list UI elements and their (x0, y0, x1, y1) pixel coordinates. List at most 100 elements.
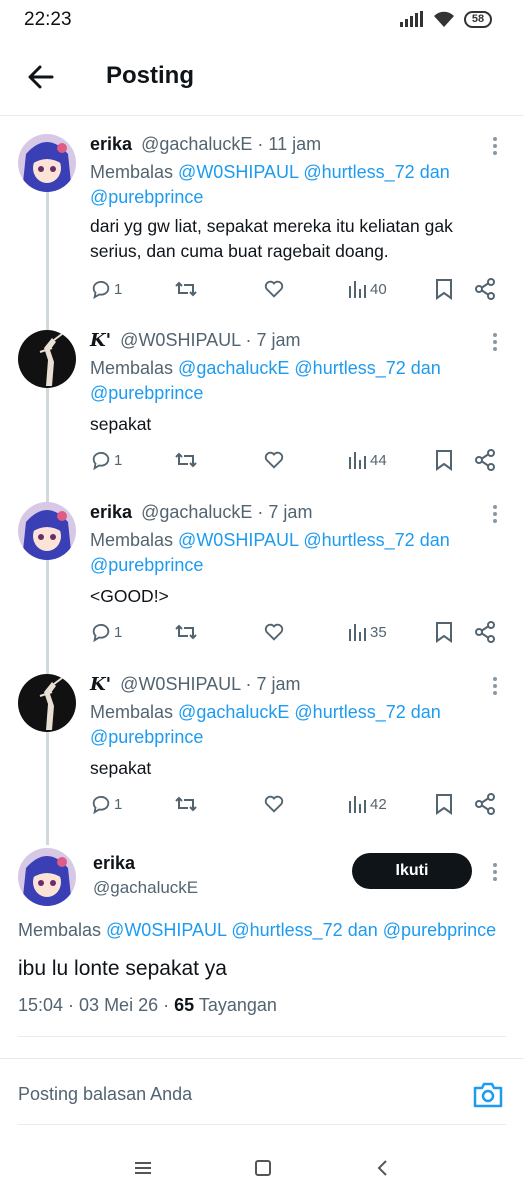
mention-link[interactable]: @hurtless_72 (231, 920, 342, 940)
reply-button[interactable]: 1 (90, 793, 122, 815)
mention-link[interactable]: @purebprince (90, 727, 203, 747)
main-author-name[interactable]: erika (93, 853, 135, 874)
mention-link[interactable]: @W0SHIPAUL (178, 530, 298, 550)
battery-icon: 58 (464, 10, 492, 28)
reply-button[interactable]: 1 (90, 278, 122, 300)
tweet-actions: 1 42 (90, 793, 510, 819)
views-icon (349, 796, 366, 813)
repost-button[interactable] (174, 278, 198, 300)
repost-button[interactable] (174, 793, 198, 815)
like-button[interactable] (263, 793, 285, 815)
author-handle[interactable]: @gachaluckE (141, 502, 252, 522)
tweet-text: dari yg gw liat, sepakat mereka itu keli… (90, 216, 453, 261)
mention-link[interactable]: @W0SHIPAUL (106, 920, 226, 940)
tweet[interactable]: K' @W0SHIPAUL · 7 jam Membalas @gachaluc… (0, 328, 524, 500)
reply-button[interactable]: 1 (90, 621, 122, 643)
tweet[interactable]: K' @W0SHIPAUL · 7 jam Membalas @gachaluc… (0, 672, 524, 844)
avatar[interactable] (18, 674, 76, 732)
follow-button[interactable]: Ikuti (352, 853, 472, 889)
tweet-actions: 1 35 (90, 621, 510, 647)
views-button[interactable]: 35 (348, 621, 387, 643)
mention-link[interactable]: @hurtless_72 (303, 162, 414, 182)
status-icons: 58 (400, 10, 492, 28)
bookmark-button[interactable] (434, 621, 454, 643)
more-icon[interactable] (492, 136, 498, 156)
reply-button[interactable]: 1 (90, 449, 122, 471)
menu-icon[interactable] (131, 1156, 155, 1180)
tweet[interactable]: erika @gachaluckE · 7 jam Membalas @W0SH… (0, 500, 524, 672)
author-name[interactable]: erika (90, 134, 132, 154)
top-header: Posting (0, 40, 524, 116)
author-name[interactable]: K' (90, 674, 111, 695)
mention-link[interactable]: @gachaluckE (178, 702, 289, 722)
mention-link[interactable]: dan (411, 358, 441, 378)
bookmark-button[interactable] (434, 449, 454, 471)
share-icon (475, 621, 495, 643)
views-icon (349, 281, 366, 298)
mention-link[interactable]: dan (411, 702, 441, 722)
author-handle[interactable]: @W0SHIPAUL (120, 674, 240, 694)
repost-button[interactable] (174, 449, 198, 471)
like-button[interactable] (263, 278, 285, 300)
divider (18, 1036, 506, 1037)
tweet-actions: 1 44 (90, 449, 510, 475)
bookmark-icon (436, 794, 452, 815)
back-icon[interactable] (371, 1156, 395, 1180)
author-handle[interactable]: @W0SHIPAUL (120, 330, 240, 350)
repost-icon (175, 452, 197, 468)
like-button[interactable] (263, 449, 285, 471)
share-button[interactable] (474, 621, 496, 643)
tweet-time: · 7 jam (245, 330, 301, 350)
reply-context: Membalas @gachaluckE @hurtless_72 dan @p… (90, 702, 441, 747)
avatar[interactable] (18, 330, 76, 388)
mention-link[interactable]: @purebprince (383, 920, 496, 940)
heart-icon (264, 795, 284, 813)
mention-link[interactable]: @hurtless_72 (294, 702, 405, 722)
main-avatar[interactable] (18, 848, 76, 906)
more-icon[interactable] (492, 504, 498, 524)
main-author-handle[interactable]: @gachaluckE (93, 878, 198, 898)
main-views-count[interactable]: 65 (174, 995, 194, 1015)
share-button[interactable] (474, 449, 496, 471)
views-count: 35 (370, 623, 387, 641)
mention-link[interactable]: @W0SHIPAUL (178, 162, 298, 182)
reply-context: Membalas @W0SHIPAUL @hurtless_72 dan @pu… (90, 530, 450, 575)
heart-icon (264, 451, 284, 469)
views-button[interactable]: 40 (348, 278, 387, 300)
bookmark-button[interactable] (434, 793, 454, 815)
views-button[interactable]: 42 (348, 793, 387, 815)
main-views-label[interactable]: Tayangan (199, 995, 277, 1015)
repost-button[interactable] (174, 621, 198, 643)
views-count: 40 (370, 280, 387, 298)
home-icon[interactable] (251, 1156, 275, 1180)
bookmark-icon (436, 450, 452, 471)
more-icon[interactable] (492, 332, 498, 352)
reply-count: 1 (114, 280, 123, 298)
author-handle[interactable]: @gachaluckE (141, 134, 252, 154)
bookmark-button[interactable] (434, 278, 454, 300)
more-icon[interactable] (492, 862, 498, 882)
reply-input[interactable]: Posting balasan Anda (18, 1084, 192, 1105)
author-name[interactable]: erika (90, 502, 132, 522)
camera-icon[interactable] (472, 1080, 504, 1110)
more-icon[interactable] (492, 676, 498, 696)
avatar[interactable] (18, 134, 76, 192)
divider (18, 1124, 506, 1125)
mention-link[interactable]: dan (420, 162, 450, 182)
mention-link[interactable]: dan (420, 530, 450, 550)
back-arrow-icon[interactable] (24, 60, 58, 94)
like-button[interactable] (263, 621, 285, 643)
tweet[interactable]: erika @gachaluckE · 11 jam Membalas @W0S… (0, 132, 524, 304)
mention-link[interactable]: @purebprince (90, 383, 203, 403)
share-button[interactable] (474, 278, 496, 300)
mention-link[interactable]: dan (348, 920, 378, 940)
author-name[interactable]: K' (90, 330, 111, 351)
mention-link[interactable]: @purebprince (90, 187, 203, 207)
avatar[interactable] (18, 502, 76, 560)
mention-link[interactable]: @purebprince (90, 555, 203, 575)
mention-link[interactable]: @hurtless_72 (303, 530, 414, 550)
mention-link[interactable]: @gachaluckE (178, 358, 289, 378)
mention-link[interactable]: @hurtless_72 (294, 358, 405, 378)
views-button[interactable]: 44 (348, 449, 387, 471)
share-button[interactable] (474, 793, 496, 815)
